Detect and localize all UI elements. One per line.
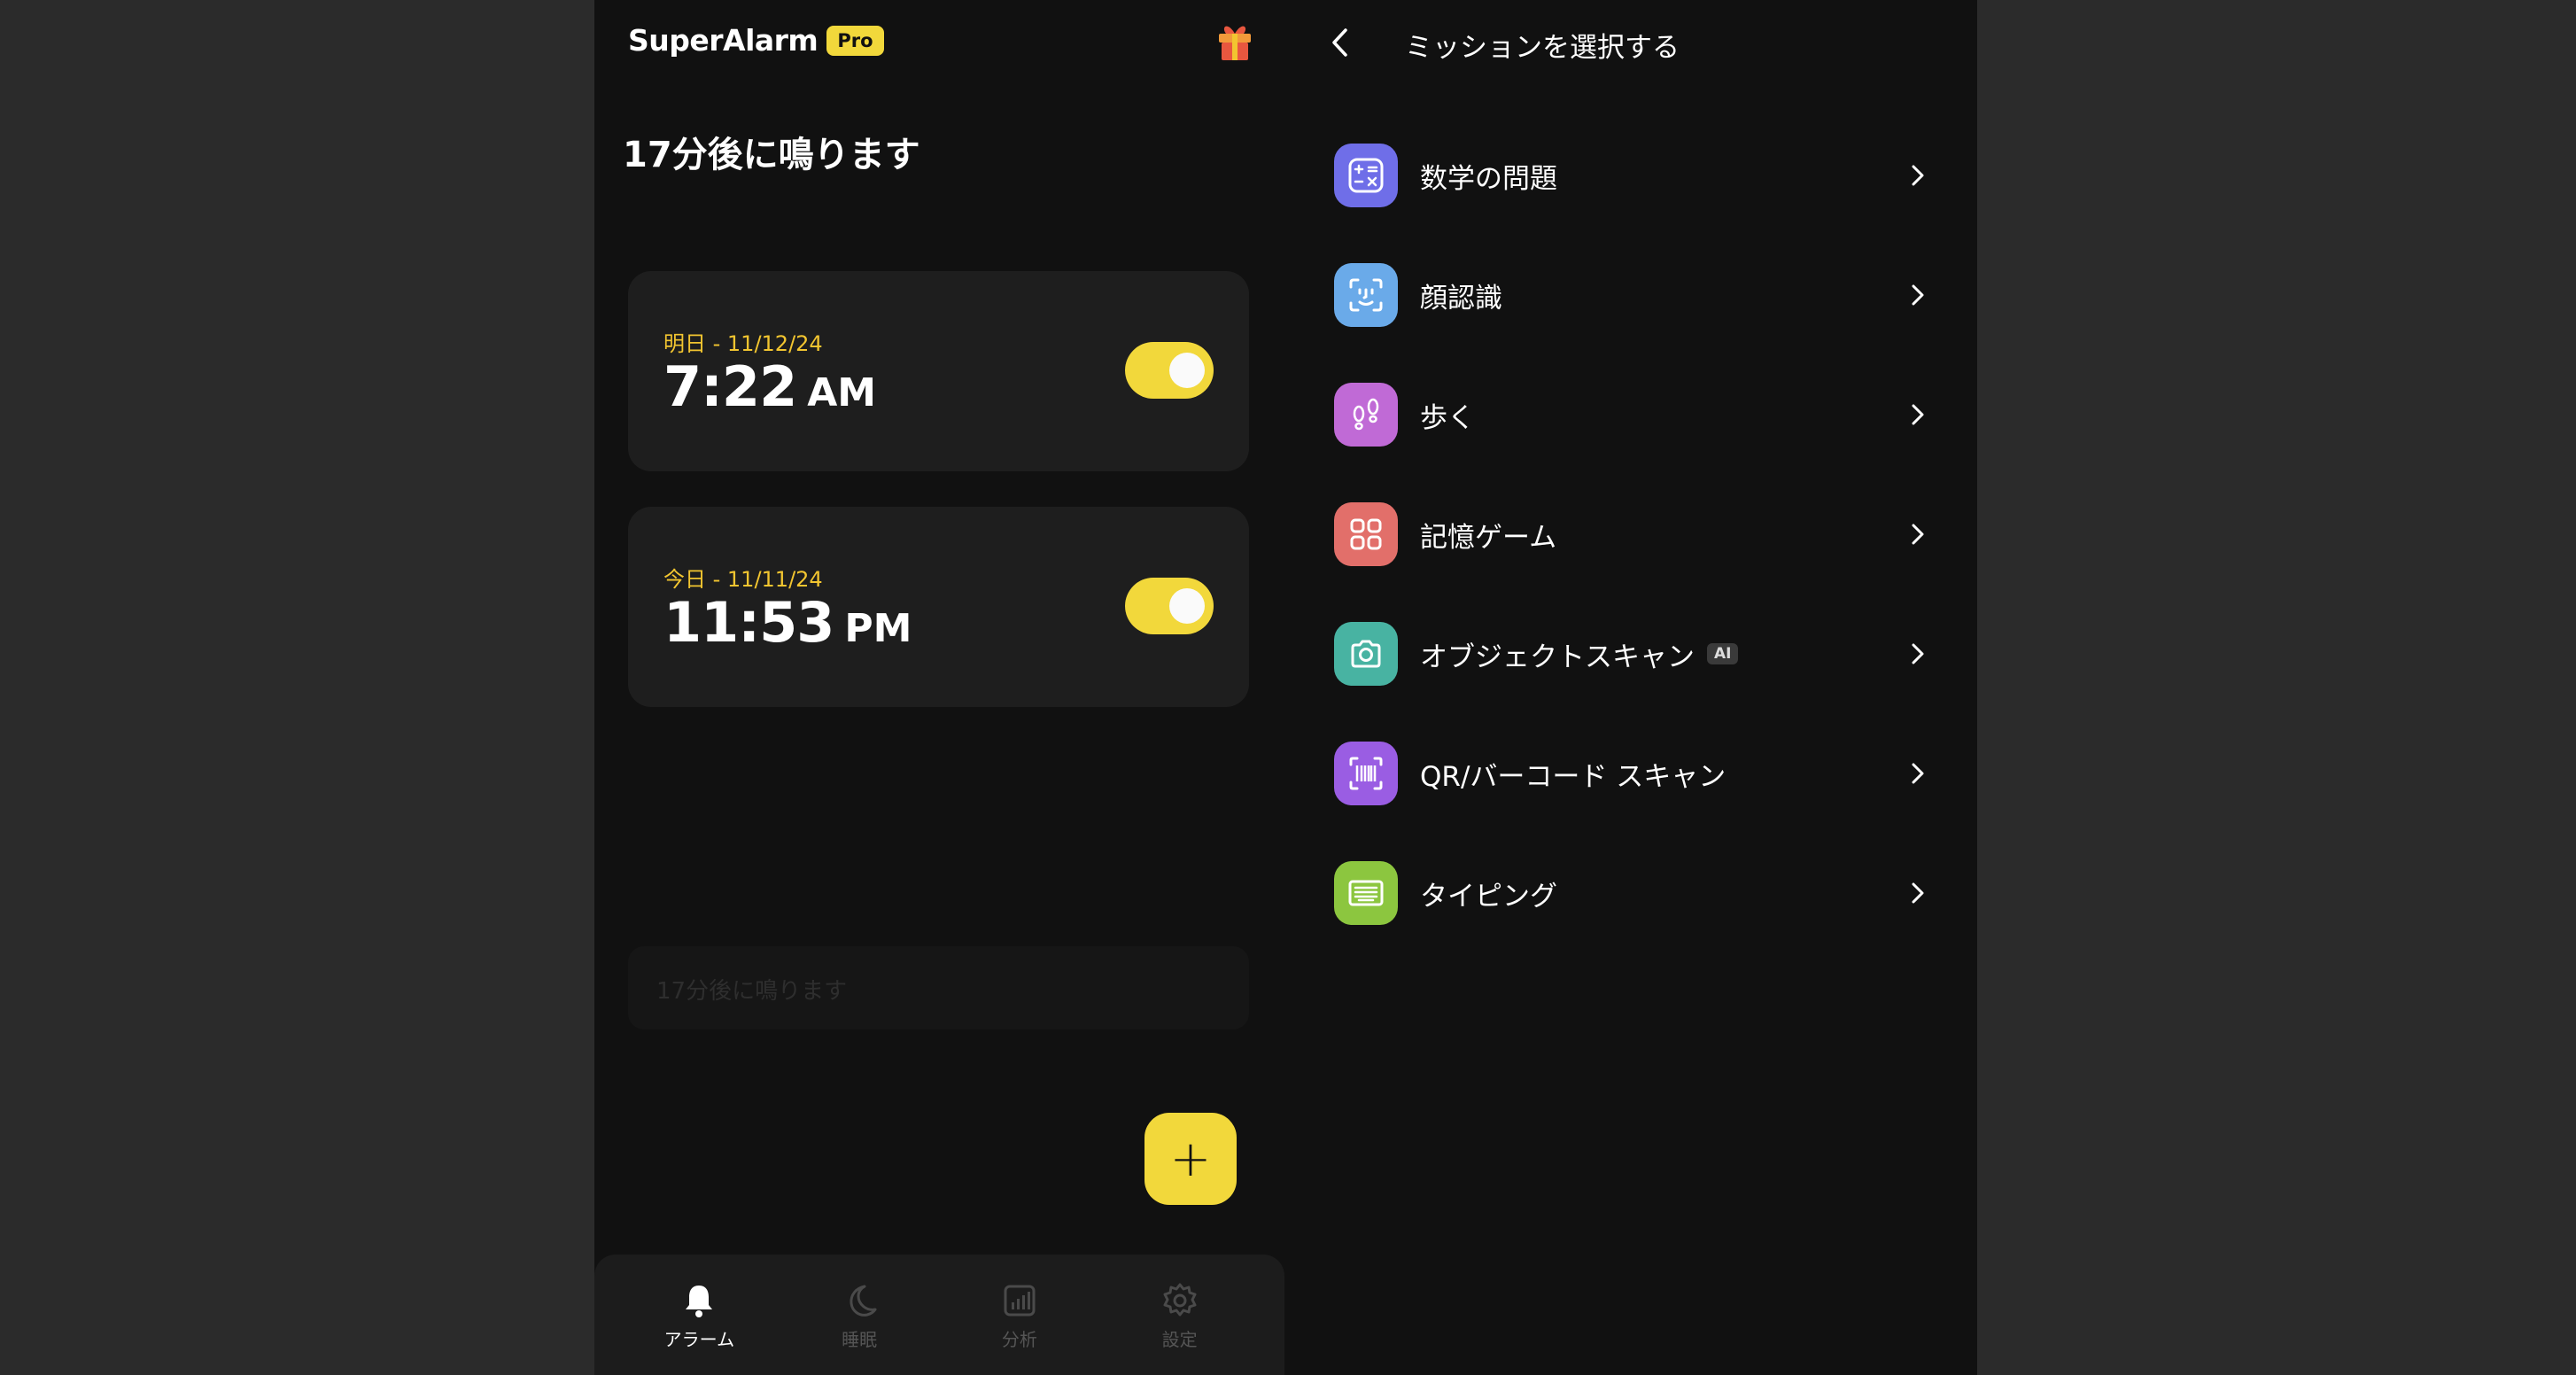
mission-item-typing[interactable]: タイピング — [1334, 860, 1945, 926]
gift-icon[interactable] — [1215, 19, 1254, 62]
mission-label: 顔認識 — [1420, 282, 1502, 315]
mission-item-memory-game[interactable]: 記憶ゲーム — [1334, 501, 1945, 567]
alarm-card[interactable]: 今日 - 11/11/24 11:53 PM — [628, 507, 1249, 707]
gear-icon — [1163, 1283, 1197, 1317]
barcode-icon — [1349, 757, 1383, 790]
alarm-time-value: 11:53 — [663, 590, 834, 655]
chevron-right-icon — [1912, 882, 1924, 904]
chevron-left-icon — [1332, 28, 1347, 57]
face-id-icon — [1349, 278, 1383, 312]
page-title: ミッションを選択する — [1405, 32, 1680, 64]
tab-sleep-label: 睡眠 — [842, 1329, 878, 1350]
mission-icon-bg — [1334, 383, 1398, 447]
app-brand: SuperAlarm Pro — [628, 23, 884, 58]
ghost-countdown-text: 17分後に鳴ります — [656, 978, 848, 1005]
mission-label: 数学の問題 — [1420, 162, 1557, 195]
alarm-date: 今日 - 11/11/24 — [663, 567, 823, 592]
ai-badge: AI — [1707, 643, 1739, 664]
mission-label: QR/バーコード スキャン — [1420, 760, 1726, 793]
tab-analysis[interactable]: 分析 — [953, 1255, 1086, 1375]
toggle-knob — [1169, 353, 1205, 388]
back-button[interactable] — [1323, 25, 1359, 60]
tab-alarm[interactable]: アラーム — [632, 1255, 765, 1375]
mission-item-math[interactable]: 数学の問題 — [1334, 143, 1945, 208]
mission-icon-bg — [1334, 622, 1398, 686]
grid-icon — [1350, 518, 1382, 550]
tab-alarm-label: アラーム — [663, 1329, 735, 1350]
toggle-knob — [1169, 588, 1205, 624]
mission-label: 歩く — [1420, 401, 1475, 434]
pro-badge: Pro — [826, 25, 884, 56]
mission-item-face-recognition[interactable]: 顔認識 — [1334, 262, 1945, 328]
chevron-right-icon — [1912, 524, 1924, 545]
camera-icon — [1351, 640, 1381, 668]
mission-label: タイピング — [1420, 880, 1557, 913]
alarm-screen: SuperAlarm Pro 17分後に鳴ります 明日 - 11/12/24 7… — [594, 0, 1284, 1375]
mission-icon-bg — [1334, 742, 1398, 805]
mission-icon-bg — [1334, 502, 1398, 566]
mission-icon-bg — [1334, 144, 1398, 207]
alarm-toggle[interactable] — [1125, 578, 1214, 634]
tab-settings-label: 設定 — [1161, 1329, 1198, 1350]
alarm-card[interactable]: 明日 - 11/12/24 7:22 AM — [628, 271, 1249, 471]
footsteps-icon — [1353, 398, 1379, 431]
mission-select-screen: ミッションを選択する 数学の問題 顔認識 歩く 記憶ゲーム オブジェクトスキャン… — [1284, 0, 1977, 1375]
chevron-right-icon — [1912, 643, 1924, 664]
countdown-heading: 17分後に鳴ります — [623, 135, 920, 175]
keyboard-icon — [1348, 880, 1384, 906]
chart-icon — [1004, 1285, 1036, 1317]
tab-settings[interactable]: 設定 — [1113, 1255, 1246, 1375]
alarm-time: 7:22 AM — [663, 354, 876, 419]
tab-sleep[interactable]: 睡眠 — [793, 1255, 926, 1375]
alarm-date: 明日 - 11/12/24 — [663, 331, 823, 356]
chevron-right-icon — [1912, 284, 1924, 306]
math-icon — [1348, 158, 1384, 193]
alarm-time-value: 7:22 — [663, 354, 797, 419]
mission-icon-bg — [1334, 861, 1398, 925]
ghost-countdown-banner: 17分後に鳴ります — [628, 946, 1249, 1029]
moon-icon — [850, 1285, 877, 1317]
alarm-toggle[interactable] — [1125, 342, 1214, 399]
alarm-period: PM — [844, 606, 912, 651]
chevron-right-icon — [1912, 165, 1924, 186]
add-alarm-button[interactable]: + — [1144, 1113, 1237, 1205]
mission-item-qr-barcode-scan[interactable]: QR/バーコード スキャン — [1334, 741, 1945, 806]
chevron-right-icon — [1912, 763, 1924, 784]
mission-item-walk[interactable]: 歩く — [1334, 382, 1945, 447]
alarm-time: 11:53 PM — [663, 590, 912, 655]
chevron-right-icon — [1912, 404, 1924, 425]
bottom-nav: アラーム 睡眠 分析 設定 — [594, 1255, 1284, 1375]
alarm-period: AM — [807, 370, 877, 416]
app-title: SuperAlarm — [628, 23, 819, 58]
mission-label: オブジェクトスキャン — [1420, 641, 1695, 673]
mission-label: 記憶ゲーム — [1420, 521, 1557, 554]
mission-item-object-scan[interactable]: オブジェクトスキャン AI — [1334, 621, 1945, 687]
mission-icon-bg — [1334, 263, 1398, 327]
tab-analysis-label: 分析 — [1001, 1329, 1037, 1350]
bell-icon — [686, 1286, 713, 1317]
